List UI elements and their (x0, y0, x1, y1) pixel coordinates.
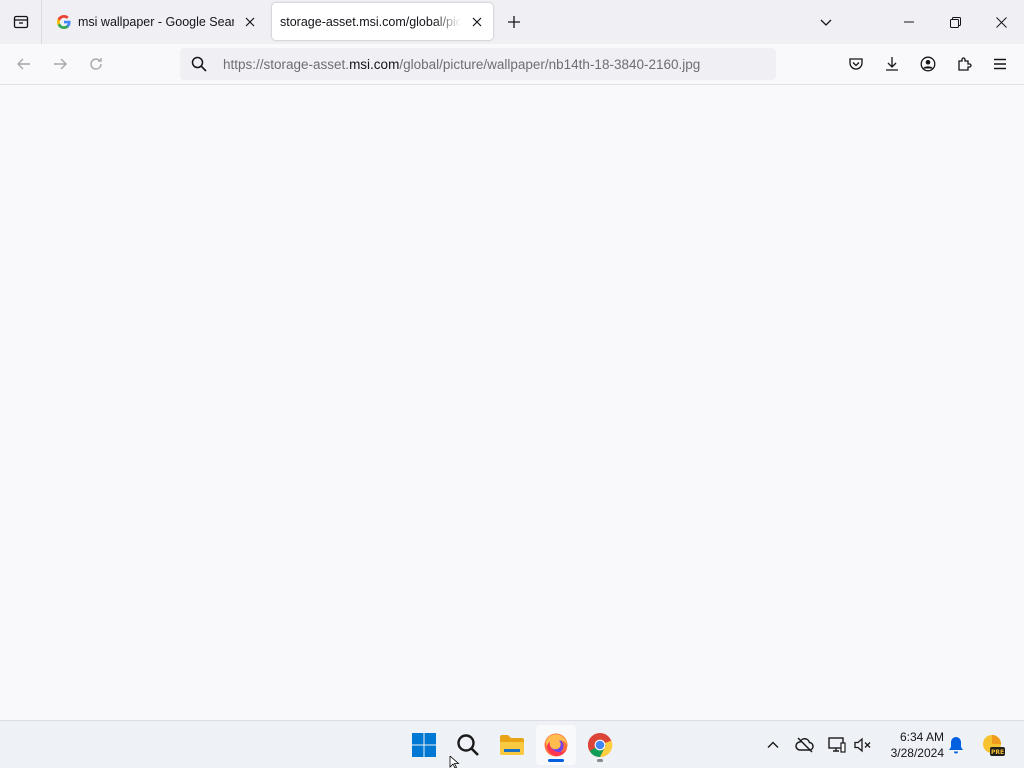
file-explorer-icon (500, 735, 524, 755)
clock-date: 3/28/2024 (890, 746, 944, 760)
chevron-up-icon (767, 741, 779, 748)
firefox-view-icon (13, 15, 28, 29)
address-bar[interactable]: https://storage-asset.msi.com/global/pic… (180, 48, 776, 80)
back-button[interactable] (10, 50, 38, 78)
tab-wallpaper-image[interactable]: storage-asset.msi.com/global/picture/wal… (272, 3, 493, 40)
chevron-down-icon (820, 19, 832, 26)
mouse-cursor (449, 756, 460, 768)
volume-button[interactable] (850, 731, 876, 759)
widget-badge-text: PRE (991, 749, 1004, 756)
plus-icon (508, 16, 520, 28)
network-icon (828, 737, 846, 753)
tab-google-search[interactable]: msi wallpaper - Google Search (48, 3, 266, 40)
network-button[interactable] (824, 731, 850, 759)
extensions-button[interactable] (950, 50, 978, 78)
bell-icon (949, 737, 963, 754)
new-tab-button[interactable] (503, 11, 525, 33)
url-path: /global/picture/wallpaper/nb14th-18-3840… (399, 56, 701, 72)
download-icon (886, 57, 898, 71)
chrome-taskbar-button[interactable] (580, 725, 620, 765)
tab-title: msi wallpaper - Google Search (78, 14, 234, 29)
downloads-button[interactable] (878, 50, 906, 78)
close-icon (995, 16, 1007, 28)
firefox-icon (544, 733, 568, 757)
firefox-view-button[interactable] (0, 0, 42, 44)
pocket-icon (849, 58, 863, 70)
file-explorer-button[interactable] (492, 725, 532, 765)
url-host: msi.com (349, 56, 400, 72)
account-icon (920, 56, 936, 72)
page-content (0, 85, 1024, 720)
minimize-icon (904, 21, 914, 23)
reload-icon (90, 58, 102, 70)
url-prefix: https://storage-asset. (223, 56, 350, 72)
menu-button[interactable] (986, 50, 1014, 78)
taskbar: 6:34 AM 3/28/2024 PRE (0, 720, 1024, 768)
hamburger-icon (994, 58, 1006, 70)
navigation-toolbar: https://storage-asset.msi.com/global/pic… (0, 44, 1024, 85)
puzzle-icon (958, 57, 972, 71)
onedrive-button[interactable] (792, 731, 818, 759)
close-icon (472, 17, 482, 26)
google-g-icon (56, 14, 72, 30)
pocket-button[interactable] (842, 50, 870, 78)
minimize-button[interactable] (886, 0, 932, 44)
forward-button[interactable] (46, 50, 74, 78)
widgets-button[interactable]: PRE (978, 731, 1008, 759)
restore-button[interactable] (932, 0, 978, 44)
active-indicator (548, 759, 564, 762)
start-icon (412, 733, 436, 757)
firefox-taskbar-button[interactable] (536, 725, 576, 765)
cloud-offline-icon (795, 737, 814, 753)
close-icon (245, 17, 255, 26)
list-all-tabs-button[interactable] (815, 11, 837, 33)
clock[interactable]: 6:34 AM 3/28/2024 (880, 729, 944, 761)
search-icon (457, 734, 479, 756)
tab-strip: msi wallpaper - Google Search storage-as… (0, 0, 1024, 44)
search-icon (180, 56, 218, 72)
close-tab-button[interactable] (240, 12, 260, 32)
arrow-left-icon (17, 58, 30, 70)
close-tab-button[interactable] (467, 12, 487, 32)
start-button[interactable] (404, 725, 444, 765)
running-indicator (597, 759, 603, 762)
clock-time: 6:34 AM (899, 730, 944, 744)
reload-button[interactable] (82, 50, 110, 78)
show-hidden-icons-button[interactable] (760, 731, 786, 759)
notifications-button[interactable] (943, 731, 969, 759)
close-window-button[interactable] (978, 0, 1024, 44)
speaker-muted-icon (854, 737, 871, 753)
restore-icon (949, 16, 961, 28)
widgets-icon: PRE (983, 735, 1005, 756)
account-button[interactable] (914, 50, 942, 78)
tab-title: storage-asset.msi.com/global/picture/wal… (280, 14, 461, 29)
arrow-right-icon (54, 58, 67, 70)
chrome-icon (587, 733, 613, 758)
url-text: https://storage-asset.msi.com/global/pic… (218, 57, 700, 72)
